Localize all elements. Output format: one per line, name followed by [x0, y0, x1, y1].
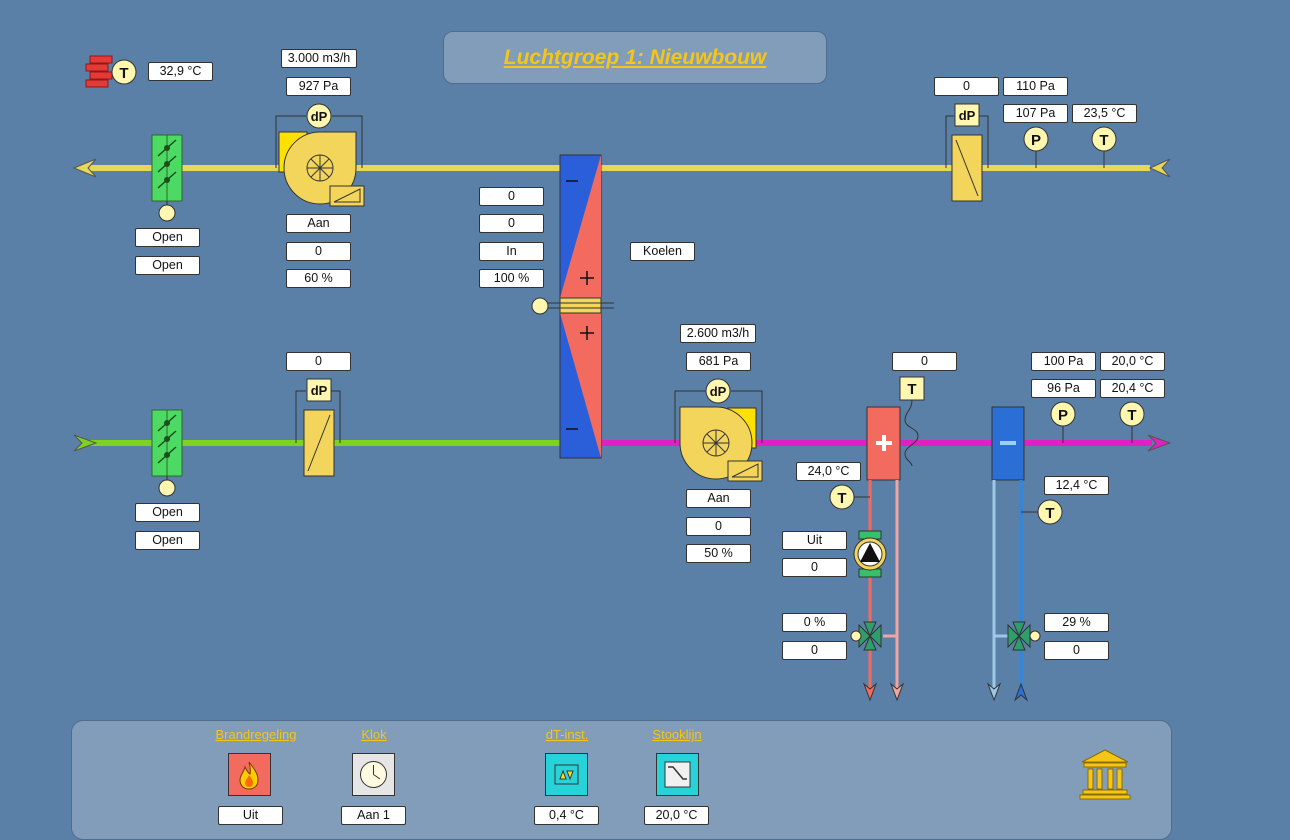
- clock-icon[interactable]: [352, 753, 395, 796]
- heating-pipes: [854, 480, 905, 702]
- cooling-valve-percent: 29 %: [1044, 613, 1109, 632]
- svg-text:dP: dP: [311, 383, 328, 398]
- fire-icon[interactable]: [228, 753, 271, 796]
- hx-status: Koelen: [630, 242, 695, 261]
- svg-text:T: T: [907, 381, 916, 398]
- outdoor-temp-value: 32,9 °C: [148, 62, 213, 81]
- heating-pump-icon[interactable]: [853, 530, 887, 578]
- cooling-valve-icon[interactable]: [1007, 621, 1041, 651]
- exhaust-fan-icon[interactable]: [275, 115, 365, 207]
- exhaust-damper-state-2[interactable]: Open: [135, 256, 200, 275]
- title-panel: Luchtgroep 1: Nieuwbouw: [443, 31, 827, 84]
- exhaust-fan-flow: 3.000 m3/h: [281, 49, 357, 68]
- supply-pressure-2: 96 Pa: [1031, 379, 1096, 398]
- heating-curve-icon[interactable]: [656, 753, 699, 796]
- supply-fan-flow: 2.600 m3/h: [680, 324, 756, 343]
- svg-text:T: T: [1127, 407, 1136, 424]
- outdoor-temp-sensor-icon[interactable]: T: [111, 59, 137, 85]
- cooling-coil-icon[interactable]: [991, 406, 1025, 481]
- fire-control-value: Uit: [218, 806, 283, 825]
- svg-text:T: T: [837, 490, 846, 507]
- heating-valve-percent: 0 %: [782, 613, 847, 632]
- air-handling-schematic: T dP dP P T dP dP T T T P T: [72, 55, 1172, 702]
- exhaust-filter-value: 0: [934, 77, 999, 96]
- supply-fan-pressure: 681 Pa: [686, 352, 751, 371]
- svg-text:dP: dP: [710, 384, 727, 399]
- svg-text:dP: dP: [311, 109, 328, 124]
- supply-fan-icon[interactable]: [674, 390, 763, 482]
- exhaust-filter-dp-icon[interactable]: dP: [954, 103, 980, 127]
- heating-temp-sensor-icon[interactable]: T: [829, 484, 855, 510]
- supply-temp-2: 20,4 °C: [1100, 379, 1165, 398]
- exhaust-pressure-sensor-icon[interactable]: P: [1023, 126, 1049, 168]
- fire-control-link[interactable]: Brandregeling: [196, 727, 316, 742]
- supply-pressure-1: 100 Pa: [1031, 352, 1096, 371]
- supply-filter-value: 0: [286, 352, 351, 371]
- bypass-damper-indicator[interactable]: [531, 297, 549, 315]
- page-title[interactable]: Luchtgroep 1: Nieuwbouw: [504, 46, 767, 70]
- heating-curve-link[interactable]: Stooklijn: [637, 727, 717, 742]
- delta-t-icon[interactable]: [545, 753, 588, 796]
- cooling-temp-sensor-icon[interactable]: T: [1037, 499, 1063, 525]
- heating-pump-value: 0: [782, 558, 847, 577]
- hx-value-2: 0: [479, 214, 544, 233]
- heating-valve-icon[interactable]: [850, 621, 882, 651]
- exhaust-fan-speed: 60 %: [286, 269, 351, 288]
- hx-percent: 100 %: [479, 269, 544, 288]
- supply-temp-sensor-icon[interactable]: T: [1119, 401, 1145, 443]
- supply-fan-value: 0: [686, 517, 751, 536]
- brick-wall-icon: [85, 55, 113, 88]
- hx-value-1: 0: [479, 187, 544, 206]
- heating-coil-icon[interactable]: [866, 406, 901, 481]
- exhaust-damper-state-1[interactable]: Open: [135, 228, 200, 247]
- supply-damper-icon[interactable]: [151, 409, 183, 497]
- svg-text:T: T: [1045, 505, 1054, 522]
- svg-text:dP: dP: [959, 108, 976, 123]
- heat-exchanger-icon[interactable]: [548, 154, 614, 459]
- svg-text:P: P: [1058, 407, 1068, 424]
- exhaust-filter-icon[interactable]: [945, 115, 989, 202]
- exhaust-fan-value: 0: [286, 242, 351, 261]
- supply-temp-1: 20,0 °C: [1100, 352, 1165, 371]
- exhaust-fan-pressure: 927 Pa: [286, 77, 351, 96]
- exhaust-duct-temp: 23,5 °C: [1072, 104, 1137, 123]
- exhaust-filter-pressure: 110 Pa: [1003, 77, 1068, 96]
- cooling-pipes: [986, 480, 1038, 702]
- heating-curve-value: 20,0 °C: [644, 806, 709, 825]
- supply-fan-status[interactable]: Aan: [686, 489, 751, 508]
- frost-thermostat-icon[interactable]: T: [899, 376, 925, 467]
- heating-pump-status[interactable]: Uit: [782, 531, 847, 550]
- heating-valve-value: 0: [782, 641, 847, 660]
- exhaust-fan-status[interactable]: Aan: [286, 214, 351, 233]
- supply-filter-icon[interactable]: [295, 390, 341, 477]
- exhaust-damper-icon[interactable]: [151, 134, 183, 222]
- supply-damper-state-2[interactable]: Open: [135, 531, 200, 550]
- frost-value: 0: [892, 352, 957, 371]
- exhaust-temp-sensor-icon[interactable]: T: [1091, 126, 1117, 168]
- building-icon[interactable]: [1078, 748, 1132, 800]
- exhaust-duct: [72, 158, 1171, 178]
- cooling-return-temp: 12,4 °C: [1044, 476, 1109, 495]
- delta-t-link[interactable]: dT-inst.: [527, 727, 607, 742]
- exhaust-fan-dp-icon[interactable]: dP: [306, 103, 332, 129]
- supply-fan-dp-icon[interactable]: dP: [705, 378, 731, 404]
- cooling-valve-value: 0: [1044, 641, 1109, 660]
- svg-text:P: P: [1031, 132, 1041, 149]
- svg-text:T: T: [1099, 132, 1108, 149]
- clock-value: Aan 1: [341, 806, 406, 825]
- clock-link[interactable]: Klok: [334, 727, 414, 742]
- hx-mode[interactable]: In: [479, 242, 544, 261]
- supply-pressure-sensor-icon[interactable]: P: [1050, 401, 1076, 443]
- heating-return-temp: 24,0 °C: [796, 462, 861, 481]
- supply-fan-speed: 50 %: [686, 544, 751, 563]
- supply-filter-dp-icon[interactable]: dP: [306, 378, 332, 402]
- exhaust-duct-pressure: 107 Pa: [1003, 104, 1068, 123]
- supply-damper-state-1[interactable]: Open: [135, 503, 200, 522]
- delta-t-value: 0,4 °C: [534, 806, 599, 825]
- svg-text:T: T: [119, 65, 128, 82]
